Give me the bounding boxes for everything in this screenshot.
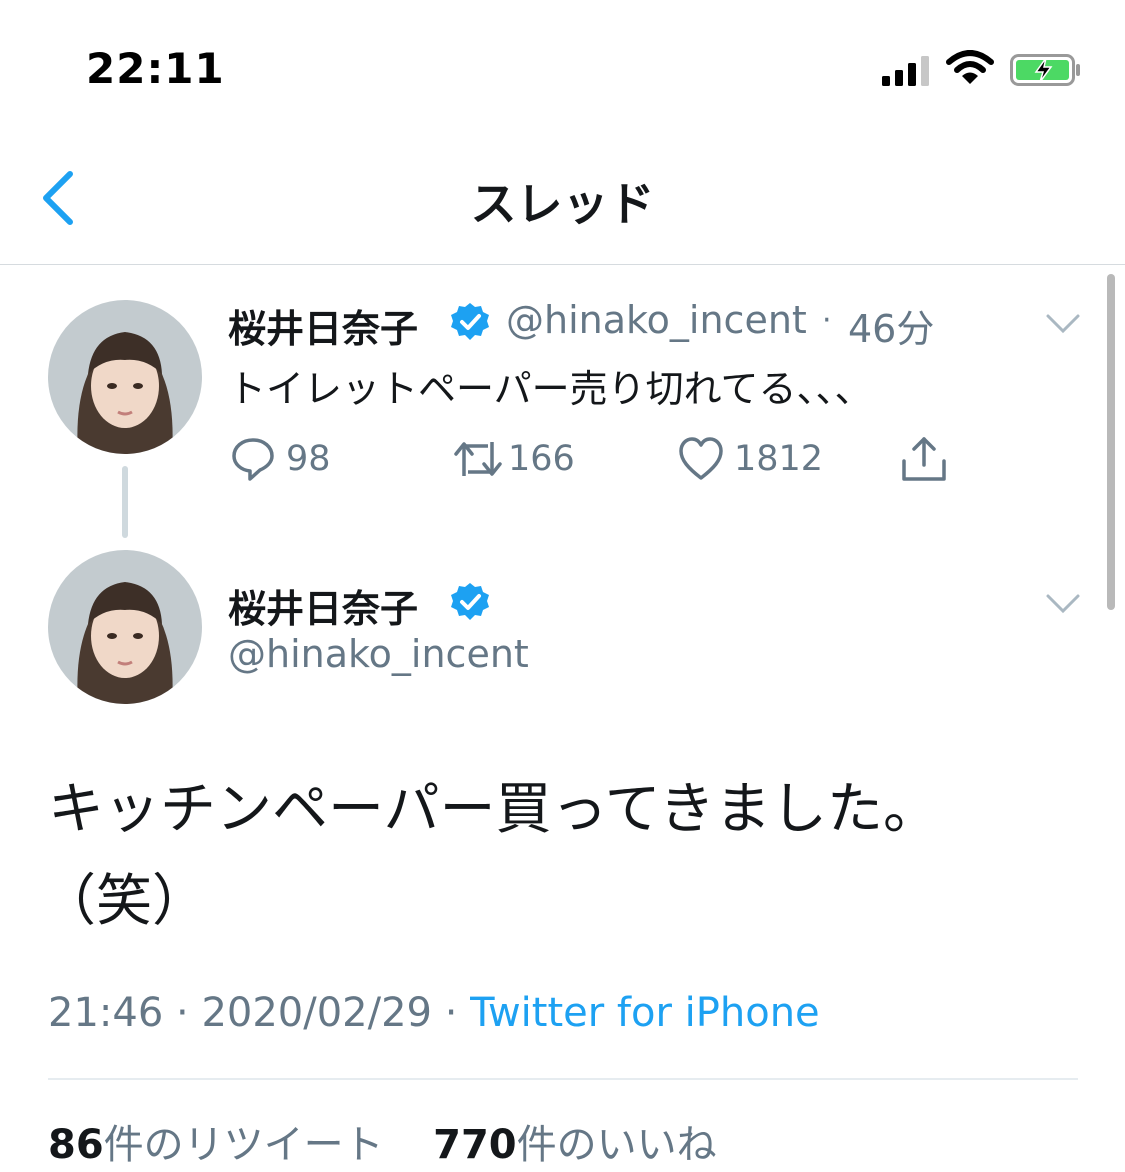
avatar[interactable] — [48, 550, 202, 704]
chevron-down-icon[interactable] — [1045, 312, 1081, 336]
status-time: 22:11 — [86, 44, 225, 93]
retweets-link[interactable]: 86件のリツイート — [48, 1122, 384, 1168]
reply-icon — [232, 438, 274, 481]
nav-divider — [0, 264, 1125, 265]
retweet-total: 86 — [48, 1122, 104, 1168]
author-name[interactable]: 桜井日奈子 — [228, 578, 418, 633]
retweet-button[interactable]: 166 — [452, 436, 575, 482]
battery-charging-icon — [1010, 54, 1080, 86]
heart-icon — [679, 437, 723, 480]
tweet-date: 2020/02/29 — [201, 990, 432, 1036]
author-handle[interactable]: @hinako_incent — [506, 298, 807, 342]
retweet-count: 166 — [508, 439, 575, 479]
retweet-total-label: 件のリツイート — [103, 1122, 384, 1168]
thread-connector — [122, 466, 128, 538]
tweet-meta: 21:46 · 2020/02/29 · Twitter for iPhone — [48, 990, 820, 1036]
tweet-text: キッチンペーパー買ってきました。 — [48, 777, 939, 842]
scrollbar[interactable] — [1107, 274, 1115, 610]
page-title: スレッド — [470, 177, 655, 231]
cellular-signal-icon — [882, 56, 929, 86]
tweet-time-ago: 46分 — [848, 307, 935, 351]
verified-badge-icon — [451, 583, 489, 620]
chevron-down-icon[interactable] — [1045, 592, 1081, 616]
like-count: 1812 — [734, 439, 824, 479]
divider — [48, 1078, 1078, 1080]
author-handle[interactable]: @hinako_incent — [228, 632, 529, 676]
reply-button[interactable]: 98 — [230, 436, 331, 482]
author-name[interactable]: 桜井日奈子 — [228, 298, 418, 353]
reply-count: 98 — [286, 439, 331, 479]
avatar[interactable] — [48, 300, 202, 454]
share-button[interactable] — [900, 436, 948, 482]
share-icon — [902, 437, 946, 481]
tweet-source-link[interactable]: Twitter for iPhone — [470, 990, 820, 1036]
wifi-icon — [946, 50, 994, 84]
like-total-label: 件のいいね — [516, 1122, 717, 1168]
like-total: 770 — [433, 1122, 517, 1168]
tweet-text-line2: （笑） — [40, 869, 208, 934]
engagement-counts: 86件のリツイート 770件のいいね — [48, 1112, 717, 1170]
likes-link[interactable]: 770件のいいね — [433, 1122, 717, 1168]
meta-separator: · — [176, 990, 189, 1036]
retweet-icon — [454, 442, 502, 476]
tweet-text: トイレットペーパー売り切れてる、、、 — [228, 367, 873, 411]
verified-badge-icon — [451, 303, 489, 340]
tweet-time: 21:46 — [48, 990, 164, 1036]
like-button[interactable]: 1812 — [678, 436, 823, 482]
meta-separator: · — [822, 303, 832, 338]
meta-separator: · — [444, 990, 458, 1036]
